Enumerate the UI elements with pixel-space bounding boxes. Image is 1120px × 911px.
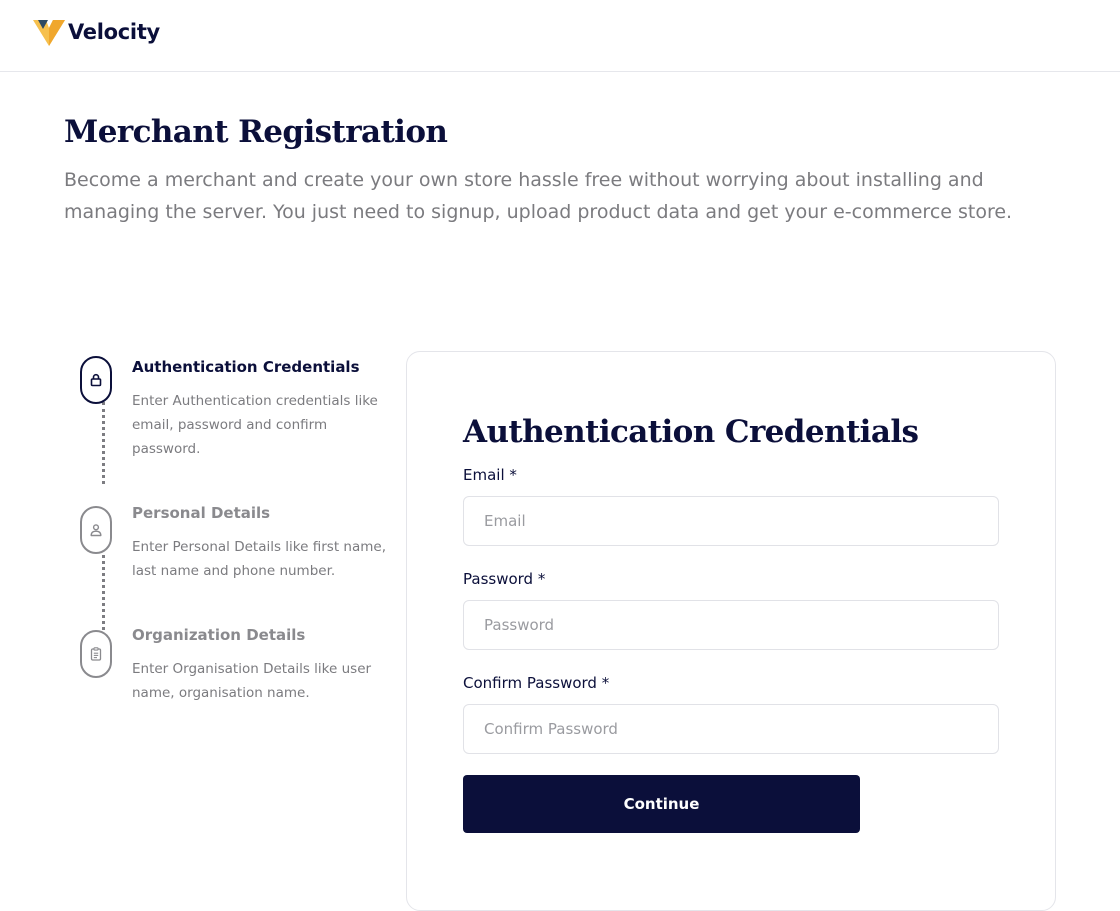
page-title: Merchant Registration xyxy=(64,114,448,150)
password-label: Password * xyxy=(463,570,546,588)
clipboard-icon xyxy=(90,647,102,661)
step-3-title[interactable]: Organization Details xyxy=(132,626,305,644)
step-connector xyxy=(102,548,105,630)
top-navbar: Velocity xyxy=(0,0,1120,72)
step-1-icon-button[interactable] xyxy=(80,356,112,404)
step-1-title[interactable]: Authentication Credentials xyxy=(132,358,360,376)
step-3-description: Enter Organisation Details like user nam… xyxy=(132,661,372,701)
confirm-password-label: Confirm Password * xyxy=(463,674,610,692)
registration-stepper: Authentication Credentials Enter Authent… xyxy=(80,354,400,714)
user-icon xyxy=(90,524,102,537)
step-3-icon-button[interactable] xyxy=(80,630,112,678)
confirm-password-input[interactable] xyxy=(463,704,999,754)
continue-button[interactable]: Continue xyxy=(463,775,860,833)
password-input[interactable] xyxy=(463,600,999,650)
velocity-logo-icon xyxy=(33,20,65,46)
step-connector xyxy=(102,402,105,484)
lock-icon xyxy=(90,373,102,387)
step-2-title[interactable]: Personal Details xyxy=(132,504,270,522)
step-2-icon-button[interactable] xyxy=(80,506,112,554)
email-input[interactable] xyxy=(463,496,999,546)
form-title: Authentication Credentials xyxy=(463,414,919,450)
page-description: Become a merchant and create your own st… xyxy=(64,169,1013,223)
brand-name: Velocity xyxy=(68,20,160,44)
step-2-description: Enter Personal Details like first name, … xyxy=(132,539,386,579)
brand-logo-link[interactable]: Velocity xyxy=(32,17,160,47)
step-1-description: Enter Authentication credentials like em… xyxy=(132,393,378,457)
registration-form-card: Authentication Credentials Email * Passw… xyxy=(406,351,1056,911)
email-label: Email * xyxy=(463,466,517,484)
